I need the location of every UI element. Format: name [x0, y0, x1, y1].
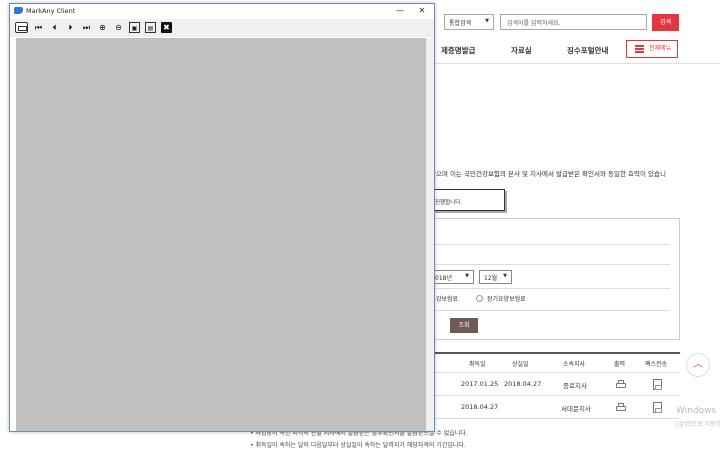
- close-viewer-icon[interactable]: ✖: [161, 22, 172, 33]
- year-select-value: 018년: [435, 275, 452, 282]
- window-title: MarkAny Client: [26, 7, 76, 15]
- chevron-down-icon: ▼: [465, 273, 469, 279]
- radio-longterm[interactable]: [476, 295, 483, 302]
- viewer-scrollbar[interactable]: [426, 38, 434, 431]
- note-line: • 취득일이 속하는 달의 다음달부터 상실일이 속하는 달까지가 해당자격의 …: [250, 442, 466, 449]
- chevron-down-icon: ▼: [485, 18, 489, 24]
- form-divider: [430, 310, 670, 311]
- radio-health-label[interactable]: 강보험료: [436, 294, 458, 303]
- col-header-branch: 소속지사: [563, 361, 586, 368]
- form-divider: [430, 244, 670, 245]
- minimize-button[interactable]: —: [390, 5, 410, 17]
- document-viewer-area[interactable]: [16, 38, 426, 431]
- fax-icon[interactable]: [653, 402, 662, 413]
- all-menu-label: 전체메뉴: [649, 45, 672, 52]
- query-button[interactable]: 조회: [450, 318, 478, 333]
- first-page-icon[interactable]: ⏮: [33, 22, 44, 33]
- search-button[interactable]: 검색: [652, 14, 679, 31]
- search-placeholder: 검색어를 입력하세요.: [507, 20, 561, 27]
- fax-icon[interactable]: [653, 379, 662, 390]
- month-select-value: 12월: [484, 275, 498, 282]
- row1-lost: 2018.04.27: [504, 380, 542, 388]
- window-titlebar[interactable]: MarkAny Client — ✕: [10, 4, 434, 18]
- radio-longterm-label[interactable]: 장기요양보험료: [487, 294, 526, 303]
- search-scope-label: 통합검색: [449, 20, 472, 27]
- col-header-acquired: 취득일: [469, 361, 486, 368]
- print-icon[interactable]: [616, 380, 626, 389]
- viewer-toolbar: ⏮ ⏴ ⏵ ⏭ ⊕ ⊖ ▣ ▤ ✖: [10, 19, 434, 37]
- notice-text: 있으며 이는 국민건강보험의 본사 및 지사에서 발급받은 확인서와 동일한 효…: [430, 170, 666, 178]
- chevron-down-icon: ▼: [503, 273, 507, 279]
- print-icon[interactable]: [15, 22, 28, 33]
- table-divider: [430, 372, 680, 373]
- form-divider: [430, 264, 670, 265]
- print-icon[interactable]: [616, 403, 626, 412]
- app-icon: [14, 7, 23, 14]
- search-scope-select[interactable]: 통합검색 ▼: [444, 14, 494, 30]
- row2-branch: 서대문지사: [561, 405, 591, 413]
- all-menu-button[interactable]: 전체메뉴: [626, 40, 678, 58]
- col-header-print: 출력: [614, 361, 626, 368]
- scroll-to-top-button[interactable]: ︿: [686, 353, 710, 377]
- last-page-icon[interactable]: ⏭: [81, 22, 92, 33]
- nav-item-certificates[interactable]: 제증명발급: [441, 45, 476, 56]
- markany-client-window: MarkAny Client — ✕ ⏮ ⏴ ⏵ ⏭ ⊕ ⊖ ▣ ▤ ✖: [9, 3, 435, 432]
- header-divider: [430, 63, 720, 64]
- col-header-fax: 팩스전송: [645, 361, 668, 368]
- close-window-button[interactable]: ✕: [412, 5, 432, 17]
- nav-item-resources[interactable]: 자료실: [511, 45, 532, 56]
- row1-acquired: 2017.01.25: [461, 380, 499, 388]
- chevron-up-icon: ︿: [693, 359, 703, 370]
- table-top-border: [430, 352, 680, 354]
- table-divider: [430, 418, 680, 419]
- windows-activation-watermark: Windows: [676, 406, 717, 416]
- next-page-icon[interactable]: ⏵: [65, 22, 76, 33]
- tooltip-box: 진행합니다.: [430, 189, 505, 211]
- fit-page-icon[interactable]: ▣: [129, 22, 140, 33]
- year-select[interactable]: 018년 ▼: [430, 270, 474, 284]
- month-select[interactable]: 12월 ▼: [479, 270, 512, 284]
- search-input[interactable]: 검색어를 입력하세요.: [500, 14, 647, 30]
- windows-activation-subtext: [설정]으로 이동하여: [676, 421, 720, 428]
- form-divider: [430, 288, 670, 289]
- table-divider: [430, 395, 680, 396]
- prev-page-icon[interactable]: ⏴: [49, 22, 60, 33]
- row2-acquired: 2018.04.27: [461, 403, 499, 411]
- zoom-out-icon[interactable]: ⊖: [113, 22, 124, 33]
- hamburger-icon: [635, 45, 644, 53]
- row1-branch: 종로지사: [563, 382, 587, 390]
- save-icon[interactable]: ▤: [145, 22, 156, 33]
- zoom-in-icon[interactable]: ⊕: [97, 22, 108, 33]
- col-header-lost: 상실일: [512, 361, 529, 368]
- tooltip-text: 진행합니다.: [435, 200, 463, 206]
- nav-item-portal-guide[interactable]: 징수포털안내: [567, 45, 608, 56]
